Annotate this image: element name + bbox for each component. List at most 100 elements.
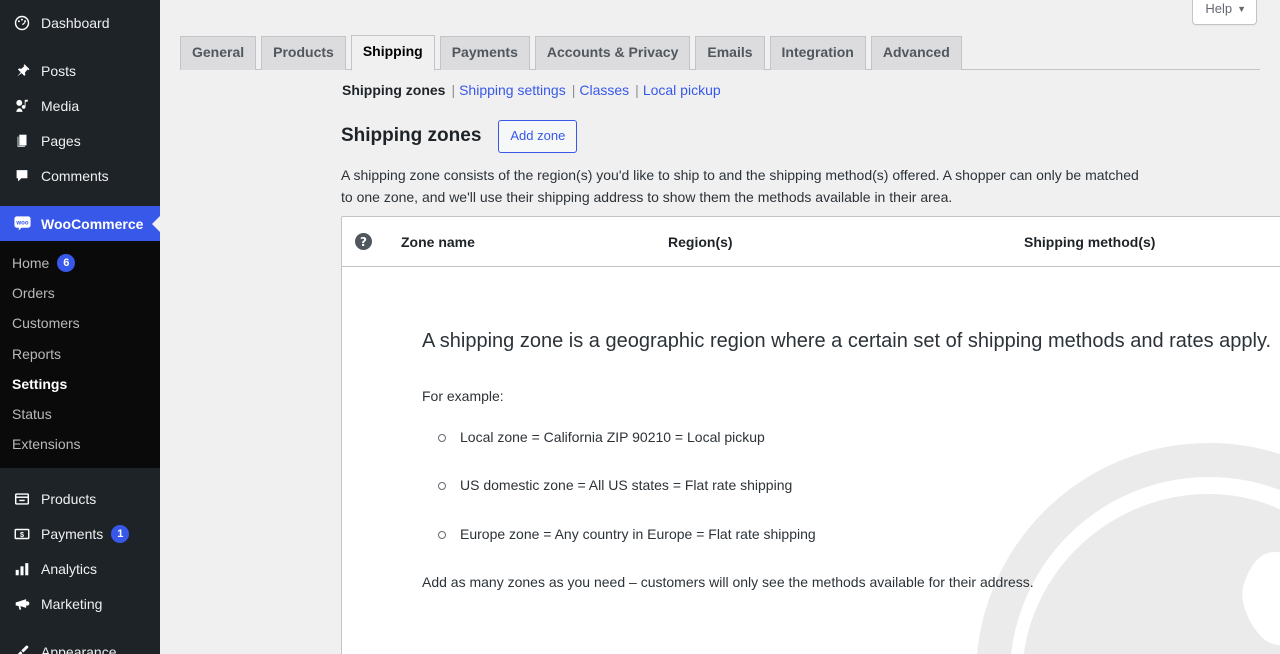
submenu-item-orders[interactable]: Orders — [0, 278, 160, 308]
submenu-item-label: Home — [12, 255, 50, 271]
list-item: Local zone = California ZIP 90210 = Loca… — [422, 426, 1280, 448]
tab-accounts-privacy[interactable]: Accounts & Privacy — [534, 36, 691, 70]
subnav-link-classes[interactable]: Classes — [579, 82, 629, 98]
shipping-zones-description: A shipping zone consists of the region(s… — [341, 165, 1141, 208]
tab-integration[interactable]: Integration — [769, 36, 866, 70]
payments-icon: $ — [12, 524, 32, 544]
submenu-item-label: Customers — [12, 315, 80, 332]
submenu-item-settings[interactable]: Settings — [0, 369, 160, 399]
list-item: US domestic zone = All US states = Flat … — [422, 474, 1280, 496]
payments-count-badge: 1 — [111, 524, 130, 543]
submenu-item-home[interactable]: Home 6 — [0, 248, 160, 278]
shipping-subnav: Shipping zones | Shipping settings | Classes… — [342, 81, 721, 101]
media-icon — [12, 96, 32, 116]
settings-tabs: General Products Shipping Payments Accou… — [180, 35, 1260, 71]
tab-label: Shipping — [362, 43, 423, 60]
column-regions: Region(s) — [668, 233, 733, 250]
sidebar-item-label: Appearance — [41, 643, 117, 654]
table-body: A shipping zone is a geographic region w… — [342, 267, 1280, 654]
app-root: Dashboard Posts Media Pages Comments woo… — [0, 0, 1280, 654]
column-shipping-methods: Shipping method(s) — [1024, 233, 1156, 250]
tab-label: Integration — [781, 44, 854, 61]
submenu-item-extensions[interactable]: Extensions — [0, 429, 160, 459]
sidebar-item-label: WooCommerce — [41, 215, 144, 232]
svg-text:woo: woo — [15, 219, 28, 226]
help-label: Help — [1205, 1, 1233, 16]
tab-advanced[interactable]: Advanced — [870, 36, 962, 70]
subnav-link-shipping-settings[interactable]: Shipping settings — [459, 82, 566, 98]
tab-label: Emails — [707, 44, 753, 61]
submenu-item-reports[interactable]: Reports — [0, 339, 160, 369]
add-zone-button[interactable]: Add zone — [498, 120, 578, 153]
sidebar-item-label: Media — [41, 97, 80, 114]
tab-label: Accounts & Privacy — [546, 44, 679, 61]
tab-label: General — [192, 44, 245, 61]
page-header: Shipping zones Add zone — [341, 120, 578, 153]
sidebar-item-woocommerce[interactable]: woo WooCommerce — [0, 206, 160, 241]
tab-label: Advanced — [882, 44, 950, 61]
zone-help-column: ? — [355, 233, 401, 250]
sidebar-item-label: Comments — [41, 167, 109, 184]
sidebar-item-label: Payments — [41, 525, 104, 542]
sidebar-item-label: Dashboard — [41, 14, 110, 31]
list-item: Europe zone = Any country in Europe = Fl… — [422, 523, 1280, 545]
tab-payments[interactable]: Payments — [439, 36, 530, 70]
pin-icon — [12, 61, 32, 81]
sidebar-item-appearance[interactable]: Appearance — [0, 634, 160, 654]
chevron-down-icon: ▼ — [1237, 4, 1246, 14]
subnav-separator: | — [635, 82, 639, 98]
tab-emails[interactable]: Emails — [695, 36, 765, 70]
marketing-icon — [12, 594, 32, 614]
empty-state-heading: A shipping zone is a geographic region w… — [422, 330, 1272, 352]
intro-line-1: A shipping zone consists of the region(s… — [341, 167, 1139, 183]
dashboard-icon — [12, 13, 32, 33]
sidebar-item-label: Products — [41, 490, 97, 507]
sidebar-item-payments[interactable]: $ Payments 1 — [0, 516, 160, 551]
sidebar-item-pages[interactable]: Pages — [0, 123, 160, 158]
sidebar-item-dashboard[interactable]: Dashboard — [0, 5, 160, 40]
submenu-item-label: Settings — [12, 375, 68, 392]
comment-icon — [12, 166, 32, 186]
sidebar-item-media[interactable]: Media — [0, 88, 160, 123]
submenu-item-label: Orders — [12, 285, 55, 302]
sidebar-item-label: Pages — [41, 132, 81, 149]
products-icon — [12, 489, 32, 509]
tab-products[interactable]: Products — [261, 36, 346, 70]
tab-general[interactable]: General — [180, 36, 257, 70]
sidebar-item-products[interactable]: Products — [0, 481, 160, 516]
intro-line-2: to one zone, and we'll use their shippin… — [341, 188, 953, 205]
sidebar-item-label: Marketing — [41, 595, 103, 612]
pages-icon — [12, 131, 32, 151]
submenu-item-label: Reports — [12, 345, 62, 362]
sidebar-item-marketing[interactable]: Marketing — [0, 586, 160, 621]
empty-state-footer: Add as many zones as you need – customer… — [422, 573, 1034, 590]
table-header-row: ? Zone name Region(s) Shipping method(s) — [342, 217, 1280, 267]
submenu-item-label: Extensions — [12, 436, 81, 453]
sidebar-item-posts[interactable]: Posts — [0, 53, 160, 88]
svg-text:$: $ — [20, 530, 24, 539]
home-count-badge: 6 — [57, 254, 76, 273]
sidebar-item-comments[interactable]: Comments — [0, 158, 160, 193]
subnav-current: Shipping zones — [342, 82, 446, 98]
empty-state-example-label: For example: — [422, 388, 504, 405]
tab-shipping[interactable]: Shipping — [350, 35, 435, 71]
help-circle-icon[interactable]: ? — [355, 233, 372, 250]
shipping-zones-table: ? Zone name Region(s) Shipping method(s)… — [341, 216, 1280, 654]
help-button[interactable]: Help ▼ — [1192, 0, 1257, 26]
empty-state: A shipping zone is a geographic region w… — [342, 267, 1280, 593]
woocommerce-icon: woo — [12, 214, 32, 234]
admin-sidebar: Dashboard Posts Media Pages Comments woo… — [0, 0, 160, 654]
subnav-link-local-pickup[interactable]: Local pickup — [643, 82, 721, 98]
subnav-separator: | — [571, 82, 576, 98]
submenu-item-status[interactable]: Status — [0, 399, 160, 429]
sidebar-item-label: Posts — [41, 62, 77, 79]
tab-label: Payments — [451, 44, 518, 61]
submenu-item-customers[interactable]: Customers — [0, 308, 160, 338]
main-content: Help ▼ General Products Shipping Payments… — [160, 0, 1280, 654]
sidebar-item-label: Analytics — [41, 560, 98, 577]
analytics-icon — [12, 559, 32, 579]
page-title: Shipping zones — [341, 124, 482, 146]
sidebar-item-analytics[interactable]: Analytics — [0, 551, 160, 586]
tab-label: Products — [273, 44, 334, 61]
woocommerce-submenu: Home 6 Orders Customers Reports Settings… — [0, 241, 160, 469]
